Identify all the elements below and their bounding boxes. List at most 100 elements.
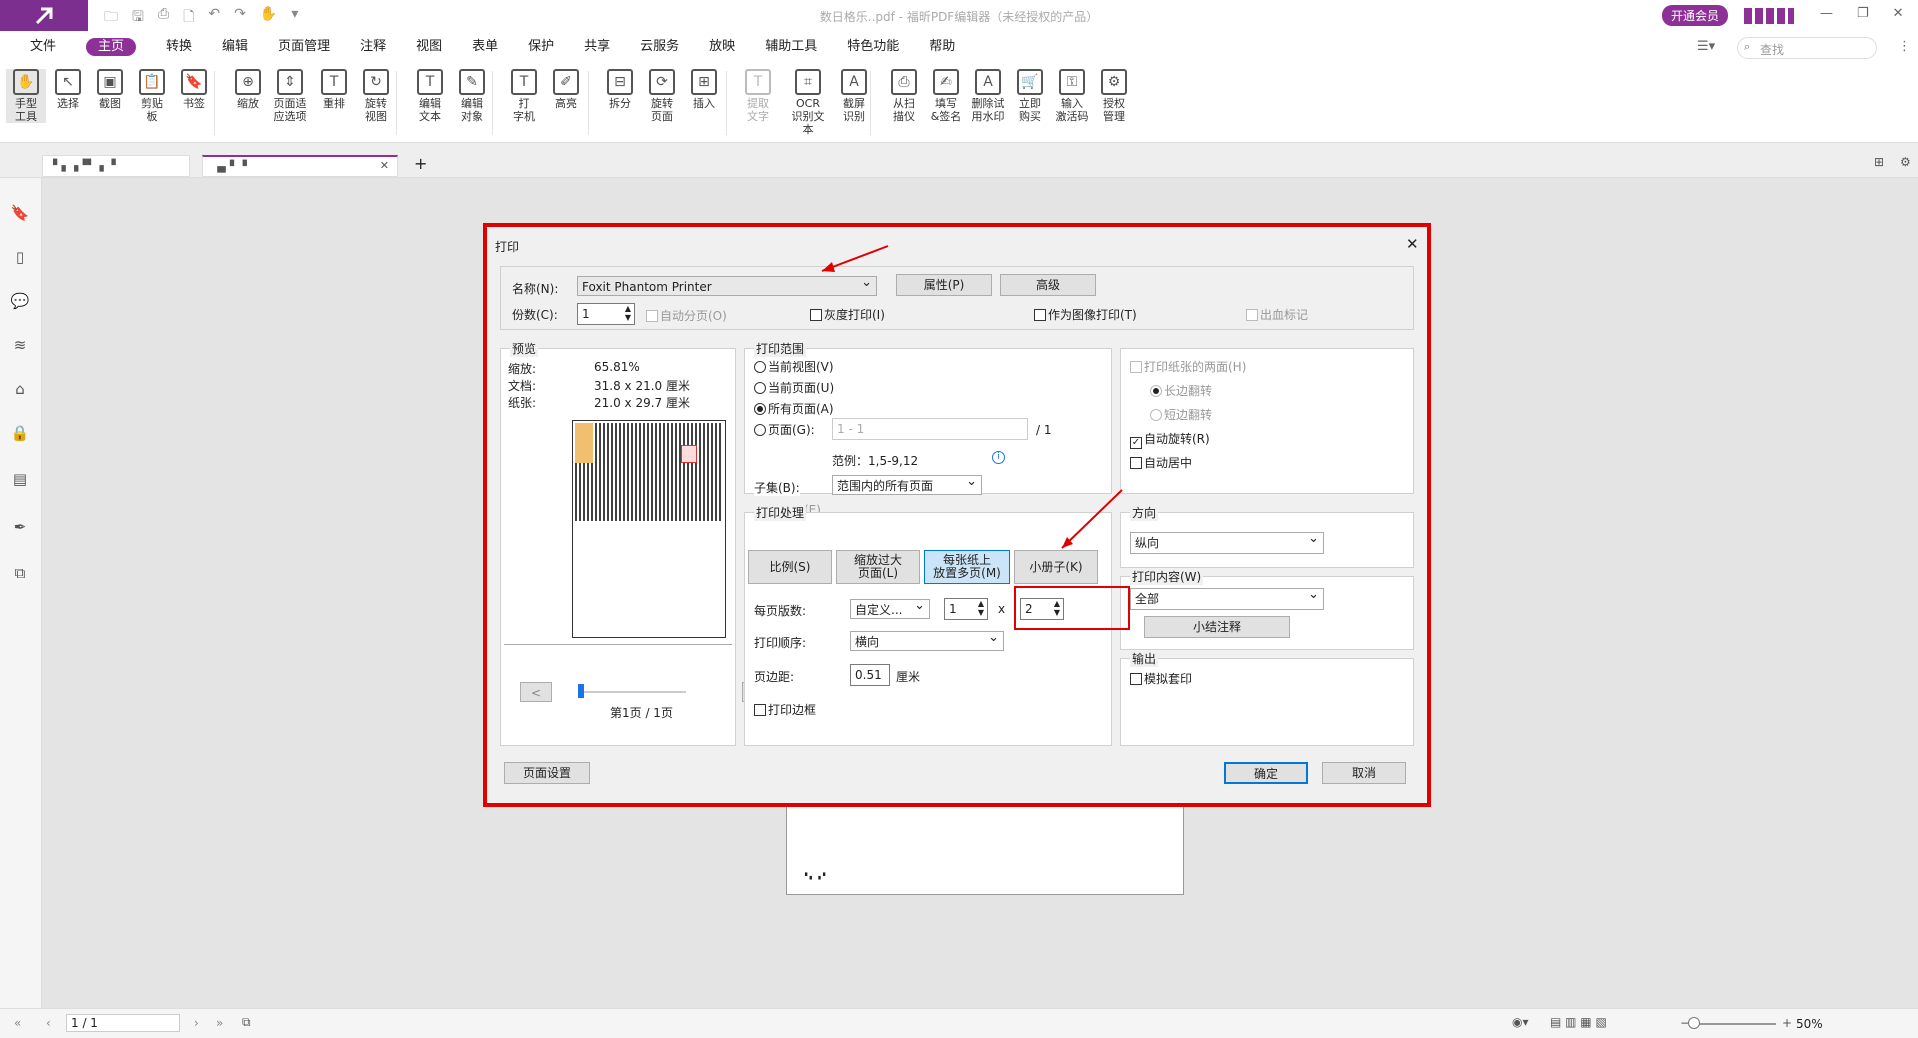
prev-preview-button[interactable]: <	[520, 682, 552, 702]
all-pages-radio[interactable]: 所有页面(A)	[754, 400, 834, 417]
account-avatar[interactable]	[1744, 8, 1794, 24]
print-border-checkbox[interactable]: 打印边框	[754, 701, 816, 718]
ribbon-button-5[interactable]: ⊕ 缩放	[228, 69, 268, 110]
ribbon-button-21[interactable]: A 删除试 用水印	[968, 69, 1008, 123]
ribbon-button-4[interactable]: 🔖 书签	[174, 69, 214, 110]
new-tab-icon[interactable]: +	[414, 154, 427, 173]
ribbon-button-3[interactable]: 📋 剪贴板	[132, 69, 172, 123]
document-icon[interactable]: ▤	[10, 470, 30, 490]
ribbon-button-7[interactable]: T 重排	[314, 69, 354, 110]
bleed-checkbox[interactable]: 出血标记	[1246, 306, 1308, 323]
print-order-select[interactable]: 横向	[850, 630, 1004, 651]
summarize-comments-button[interactable]: 小结注释	[1144, 616, 1290, 638]
collate-checkbox[interactable]: 自动分页(O)	[646, 307, 727, 324]
attachment-icon[interactable]: ⌂	[10, 380, 30, 400]
print-content-select[interactable]: 全部	[1130, 587, 1324, 610]
ribbon-button-11[interactable]: T 打字机	[504, 69, 544, 123]
layout-icon[interactable]: ☰▾	[1697, 39, 1715, 54]
margin-input[interactable]: 0.51	[850, 664, 890, 686]
search-input[interactable]: 查找	[1737, 37, 1877, 59]
menu-12[interactable]: 辅助工具	[765, 38, 817, 56]
layers-icon[interactable]: ≋	[10, 336, 30, 356]
dialog-close-icon[interactable]: ✕	[1406, 235, 1419, 253]
close-icon[interactable]: ✕	[1893, 6, 1904, 21]
columns-input[interactable]: 1 ▲ ▼	[944, 598, 988, 620]
settings-icon[interactable]: ⚙	[1900, 155, 1911, 169]
subset-select[interactable]: 范围内的所有页面	[832, 474, 982, 495]
menu-2[interactable]: 转换	[166, 38, 192, 56]
page-number-input[interactable]: 1 / 1	[66, 1014, 180, 1032]
simulate-overprint-checkbox[interactable]: 模拟套印	[1130, 670, 1192, 687]
bookmark-icon[interactable]: 🔖	[10, 204, 30, 224]
ribbon-button-13[interactable]: ⊟ 拆分	[600, 69, 640, 110]
auto-center-checkbox[interactable]: 自动居中	[1130, 454, 1192, 471]
pages-range-input[interactable]: 1 - 1	[832, 418, 1028, 440]
ribbon-button-8[interactable]: ↻ 旋转 视图	[356, 69, 396, 123]
page-setup-button[interactable]: 页面设置	[504, 762, 590, 784]
zoom-slider-knob[interactable]	[1688, 1017, 1700, 1029]
zoom-level[interactable]: 50%	[1796, 1017, 1870, 1033]
restore-icon[interactable]: ❐	[1857, 6, 1869, 21]
printer-select[interactable]: Foxit Phantom Printer	[577, 275, 877, 296]
menu-13[interactable]: 特色功能	[847, 38, 899, 56]
ribbon-button-18[interactable]: A 截屏 识别	[834, 69, 874, 123]
booklet-button[interactable]: 小册子(K)	[1014, 550, 1098, 584]
auto-rotate-checkbox[interactable]: ✓ 自动旋转(R)	[1130, 430, 1210, 449]
vip-button[interactable]: 开通会员	[1662, 5, 1729, 26]
cancel-button[interactable]: 取消	[1322, 762, 1406, 784]
document-tab-active[interactable]: ▗▖▘▝ ✕	[202, 155, 398, 177]
signature-icon[interactable]: ✒	[10, 518, 30, 538]
menu-3[interactable]: 编辑	[222, 38, 248, 56]
menu-14[interactable]: 帮助	[929, 38, 955, 56]
ribbon-button-10[interactable]: ✎ 编辑 对象	[452, 69, 492, 123]
shrink-button[interactable]: 缩放过大 页面(L)	[836, 550, 920, 584]
orientation-select[interactable]: 纵向	[1130, 531, 1324, 554]
preview-slider-thumb[interactable]	[578, 684, 584, 698]
menu-4[interactable]: 页面管理	[278, 38, 330, 56]
print-as-image-checkbox[interactable]: 作为图像打印(T)	[1034, 306, 1137, 323]
menu-7[interactable]: 表单	[472, 38, 498, 56]
ribbon-button-23[interactable]: ⚿ 输入 激活码	[1052, 69, 1092, 123]
grayscale-checkbox[interactable]: 灰度打印(I)	[810, 306, 885, 323]
info-icon[interactable]: i	[992, 451, 1005, 464]
document-tab[interactable]: ▘▖▗▝▘▗ ▝	[42, 155, 190, 177]
scale-button[interactable]: 比例(S)	[748, 550, 832, 584]
ok-button[interactable]: 确定	[1224, 762, 1308, 784]
next-page-icon[interactable]: ›	[194, 1016, 199, 1030]
multi-page-button[interactable]: 每张纸上 放置多页(M)	[924, 550, 1010, 584]
copies-input[interactable]: 1 ▲ ▼	[577, 303, 635, 325]
menu-5[interactable]: 注释	[360, 38, 386, 56]
grid-view-icon[interactable]: ⊞	[1874, 155, 1884, 169]
long-edge-radio[interactable]: 长边翻转	[1150, 382, 1212, 399]
view-mode-icon[interactable]: ◉▾	[1512, 1015, 1529, 1029]
preview-slider[interactable]	[580, 691, 686, 693]
menu-6[interactable]: 视图	[416, 38, 442, 56]
menu-1[interactable]: 主页	[86, 38, 137, 56]
ribbon-button-12[interactable]: ✐ 高亮	[546, 69, 586, 110]
single-page-icon[interactable]: ⧉	[242, 1015, 251, 1030]
ribbon-button-6[interactable]: ⇕ 页面适 应选项	[270, 69, 310, 123]
ribbon-button-2[interactable]: ▣ 截图	[90, 69, 130, 110]
more-icon[interactable]: ⋮	[1898, 39, 1911, 54]
current-view-radio[interactable]: 当前视图(V)	[754, 358, 834, 375]
zoom-slider[interactable]	[1696, 1023, 1776, 1025]
menu-8[interactable]: 保护	[528, 38, 554, 56]
short-edge-radio[interactable]: 短边翻转	[1150, 406, 1212, 423]
ribbon-button-22[interactable]: 🛒 立即 购买	[1010, 69, 1050, 123]
comment-icon[interactable]: 💬	[10, 292, 30, 312]
close-tab-icon[interactable]: ✕	[380, 159, 389, 172]
ribbon-button-17[interactable]: ⌗ OCR 识别文本	[788, 69, 828, 136]
advanced-button[interactable]: 高级	[1000, 274, 1096, 296]
menu-9[interactable]: 共享	[584, 38, 610, 56]
ribbon-button-20[interactable]: ✍ 填写 &签名	[926, 69, 966, 123]
compare-icon[interactable]: ⧉	[10, 564, 30, 584]
ribbon-button-15[interactable]: ⊞ 插入	[684, 69, 724, 110]
menu-10[interactable]: 云服务	[640, 38, 679, 56]
prev-page-icon[interactable]: ‹	[46, 1016, 51, 1030]
current-page-radio[interactable]: 当前页面(U)	[754, 379, 834, 396]
menu-0[interactable]: 文件	[30, 38, 56, 56]
ribbon-button-14[interactable]: ⟳ 旋转 页面	[642, 69, 682, 123]
menu-11[interactable]: 放映	[709, 38, 735, 56]
ribbon-button-24[interactable]: ⚙ 授权 管理	[1094, 69, 1134, 123]
pages-icon[interactable]: ▯	[10, 248, 30, 268]
